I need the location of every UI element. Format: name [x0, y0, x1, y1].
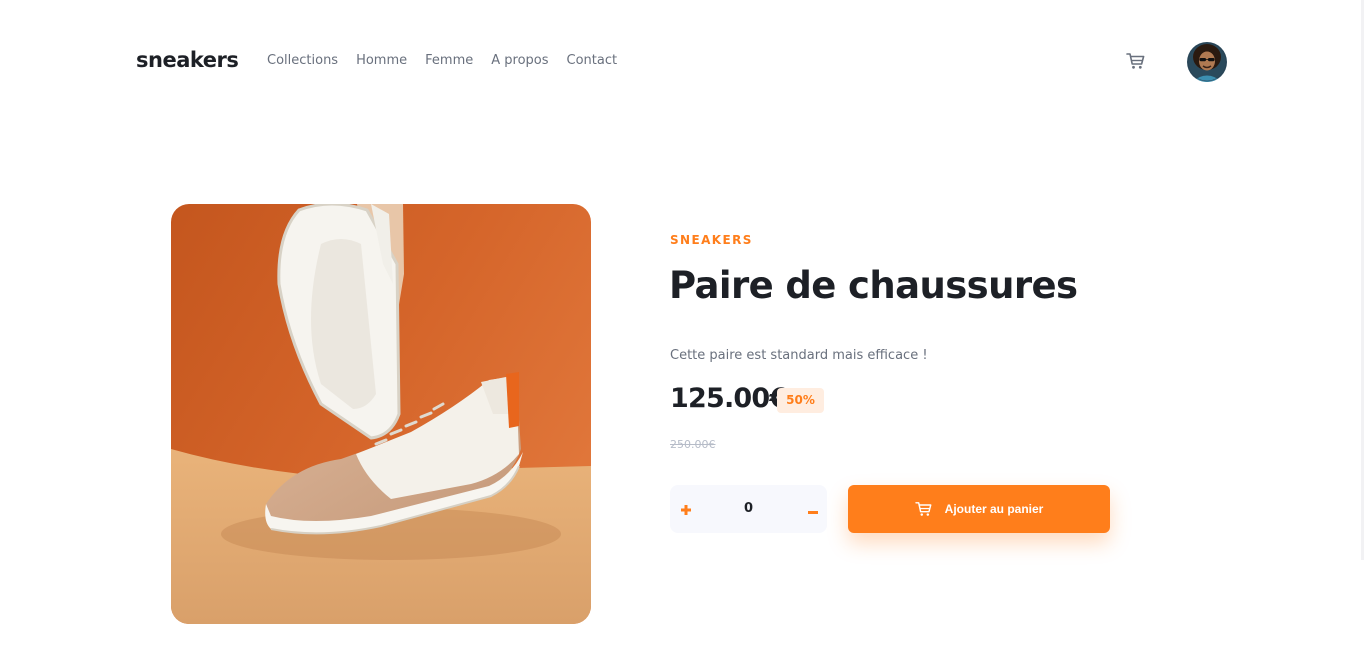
sneaker-photo: [171, 204, 591, 624]
logo[interactable]: sneakers: [136, 48, 239, 72]
main-nav: Collections Homme Femme A propos Contact: [267, 53, 617, 68]
nav-link-collections[interactable]: Collections: [267, 53, 338, 68]
product-description: Cette paire est standard mais efficace !: [670, 348, 928, 363]
old-price: 250.00€: [670, 438, 716, 451]
nav-link-homme[interactable]: Homme: [356, 53, 407, 68]
quantity-input[interactable]: [670, 501, 827, 516]
add-to-cart-label: Ajouter au panier: [944, 502, 1044, 516]
product-page: sneakers Collections Homme Femme A propo…: [0, 0, 1364, 649]
avatar[interactable]: [1187, 42, 1227, 82]
quantity-stepper: [670, 485, 827, 533]
product-title: Paire de chaussures: [669, 264, 1078, 307]
product-price: 125.00€: [670, 383, 788, 414]
nav-link-contact[interactable]: Contact: [567, 53, 618, 68]
add-to-cart-button[interactable]: Ajouter au panier: [848, 485, 1110, 533]
header: sneakers Collections Homme Femme A propo…: [136, 40, 1228, 84]
cart-icon: [914, 501, 933, 517]
nav-link-a-propos[interactable]: A propos: [491, 53, 548, 68]
minus-icon[interactable]: [807, 504, 819, 516]
product-brand: SNEAKERS: [670, 233, 753, 247]
nav-link-femme[interactable]: Femme: [425, 53, 473, 68]
discount-badge: 50%: [777, 388, 824, 413]
cart-icon[interactable]: [1126, 52, 1146, 70]
product-image[interactable]: [171, 204, 591, 624]
